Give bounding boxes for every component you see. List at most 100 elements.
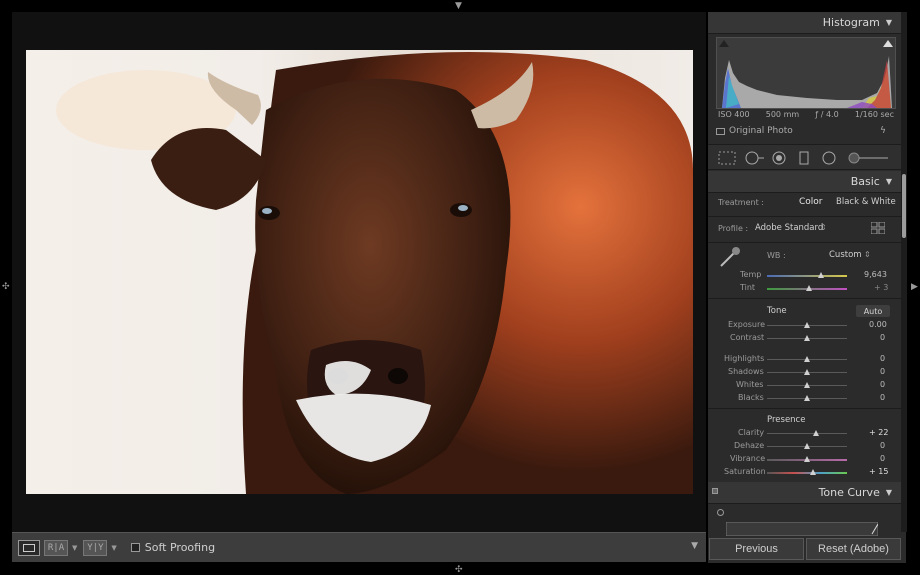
clarity-value[interactable]: + 22 xyxy=(869,428,888,437)
right-panel-toggle-icon[interactable]: ▶ xyxy=(911,283,918,292)
contrast-value[interactable]: 0 xyxy=(880,333,885,342)
before-after-tb-button[interactable]: Y|Y xyxy=(83,539,108,556)
highlights-label: Highlights xyxy=(724,354,765,363)
tint-slider-thumb[interactable] xyxy=(805,285,812,291)
red-eye-icon[interactable] xyxy=(772,151,786,165)
bottom-panel-toggle-icon[interactable]: ✣ xyxy=(455,566,463,575)
highlights-slider[interactable] xyxy=(767,356,847,362)
collapse-triangle-icon: ▼ xyxy=(885,18,892,27)
saturation-slider-thumb[interactable] xyxy=(810,469,816,475)
temp-label: Temp xyxy=(740,270,762,279)
tone-curve-header[interactable]: Tone Curve ▼ xyxy=(708,482,902,504)
reset-button[interactable]: Reset (Adobe) xyxy=(806,538,901,560)
toolbar-menu-icon[interactable]: ▼ xyxy=(691,541,698,551)
highlights-value[interactable]: 0 xyxy=(880,354,885,363)
basic-header[interactable]: Basic ▼ xyxy=(708,171,902,193)
temp-value[interactable]: 9,643 xyxy=(864,270,887,279)
shutter-value: 1/160 sec xyxy=(854,110,894,119)
temp-slider-thumb[interactable] xyxy=(818,272,825,278)
dehaze-slider-thumb[interactable] xyxy=(804,443,810,449)
shadows-slider-thumb[interactable] xyxy=(804,369,810,375)
develop-right-panel: Histogram ▼ ISO 400 500 mm ƒ / 4.0 1/160… xyxy=(708,12,906,563)
soft-proofing-label[interactable]: Soft Proofing xyxy=(145,541,215,554)
exposure-slider[interactable] xyxy=(767,322,847,328)
before-after-tb-caret-icon[interactable]: ▼ xyxy=(111,544,116,552)
wb-dropdown-caret-icon[interactable]: ⇕ xyxy=(864,250,871,259)
shadows-value[interactable]: 0 xyxy=(880,367,885,376)
auto-tone-button[interactable]: Auto xyxy=(856,305,890,317)
original-photo-indicator: Original Photo xyxy=(716,126,793,136)
smart-preview-icon[interactable]: ϟ xyxy=(880,126,886,136)
profile-browser-icon[interactable] xyxy=(871,222,885,234)
histogram-exif: ISO 400 500 mm ƒ / 4.0 1/160 sec xyxy=(718,110,894,119)
profile-dropdown-caret-icon[interactable]: ⇕ xyxy=(820,223,827,232)
highlights-slider-thumb[interactable] xyxy=(804,356,810,362)
treatment-color-option[interactable]: Color xyxy=(799,197,823,207)
top-panel-toggle-icon[interactable]: ▼ xyxy=(455,2,462,11)
left-panel-toggle-icon[interactable]: ✣ xyxy=(2,283,10,292)
shadows-slider[interactable] xyxy=(767,369,847,375)
loupe-view-button[interactable] xyxy=(18,539,40,556)
blacks-slider-thumb[interactable] xyxy=(804,395,810,401)
blacks-value[interactable]: 0 xyxy=(880,393,885,402)
whites-value[interactable]: 0 xyxy=(880,380,885,389)
panel-scroll-thumb[interactable] xyxy=(902,174,906,238)
previous-button[interactable]: Previous xyxy=(709,538,804,560)
dehaze-label: Dehaze xyxy=(734,441,765,450)
vibrance-slider[interactable] xyxy=(767,456,847,462)
radial-filter-icon[interactable] xyxy=(822,151,836,165)
blacks-slider[interactable] xyxy=(767,395,847,401)
whites-slider-thumb[interactable] xyxy=(804,382,810,388)
iso-value: ISO 400 xyxy=(718,110,750,119)
blacks-label: Blacks xyxy=(738,393,764,402)
saturation-slider[interactable] xyxy=(767,469,847,475)
saturation-value[interactable]: + 15 xyxy=(869,467,888,476)
histogram-header[interactable]: Histogram ▼ xyxy=(708,12,902,34)
panel-scrollbar[interactable] xyxy=(901,12,907,532)
dehaze-value[interactable]: 0 xyxy=(880,441,885,450)
profile-dropdown[interactable]: Adobe Standard xyxy=(755,223,823,233)
bison-photo[interactable] xyxy=(26,50,693,494)
vibrance-slider-thumb[interactable] xyxy=(804,456,810,462)
targeted-adjustment-icon[interactable] xyxy=(717,509,724,516)
focal-length-value: 500 mm xyxy=(765,110,800,119)
vibrance-label: Vibrance xyxy=(730,454,766,463)
saturation-label: Saturation xyxy=(724,467,766,476)
divider xyxy=(708,408,902,409)
contrast-slider[interactable] xyxy=(767,335,847,341)
treatment-bw-option[interactable]: Black & White xyxy=(836,197,896,207)
view-toolbar: R|A ▼ Y|Y ▼ Soft Proofing ▼ xyxy=(12,532,706,562)
presence-label: Presence xyxy=(767,415,806,425)
before-after-lr-caret-icon[interactable]: ▼ xyxy=(72,544,77,552)
vibrance-value[interactable]: 0 xyxy=(880,454,885,463)
wb-dropdown[interactable]: Custom xyxy=(829,250,862,260)
contrast-slider-thumb[interactable] xyxy=(804,335,810,341)
collapse-triangle-icon: ▼ xyxy=(885,488,892,497)
before-after-lr-button[interactable]: R|A xyxy=(44,539,68,556)
exposure-slider-thumb[interactable] xyxy=(804,322,810,328)
graduated-filter-icon[interactable] xyxy=(798,151,810,165)
soft-proofing-checkbox[interactable] xyxy=(130,543,140,552)
exposure-label: Exposure xyxy=(728,320,766,329)
temp-slider[interactable] xyxy=(767,272,847,278)
tint-value[interactable]: + 3 xyxy=(874,283,888,292)
exposure-value[interactable]: 0.00 xyxy=(869,320,887,329)
white-balance-selector-icon[interactable] xyxy=(718,246,742,268)
image-canvas[interactable] xyxy=(12,12,706,532)
histogram-graph[interactable] xyxy=(716,37,896,109)
tone-curve-panel-switch-icon[interactable] xyxy=(712,488,718,494)
whites-label: Whites xyxy=(736,380,764,389)
original-photo-label: Original Photo xyxy=(729,126,793,136)
divider xyxy=(708,216,902,217)
crop-tool-icon[interactable] xyxy=(718,151,736,165)
tint-slider[interactable] xyxy=(767,285,847,291)
clarity-slider[interactable] xyxy=(767,430,847,436)
shadows-label: Shadows xyxy=(728,367,764,376)
spot-removal-icon[interactable] xyxy=(744,151,764,165)
adjustment-brush-icon[interactable] xyxy=(848,151,888,165)
clarity-slider-thumb[interactable] xyxy=(812,430,819,436)
tone-curve-graph[interactable] xyxy=(726,522,878,536)
local-tools-strip xyxy=(708,144,902,170)
dehaze-slider[interactable] xyxy=(767,443,847,449)
whites-slider[interactable] xyxy=(767,382,847,388)
